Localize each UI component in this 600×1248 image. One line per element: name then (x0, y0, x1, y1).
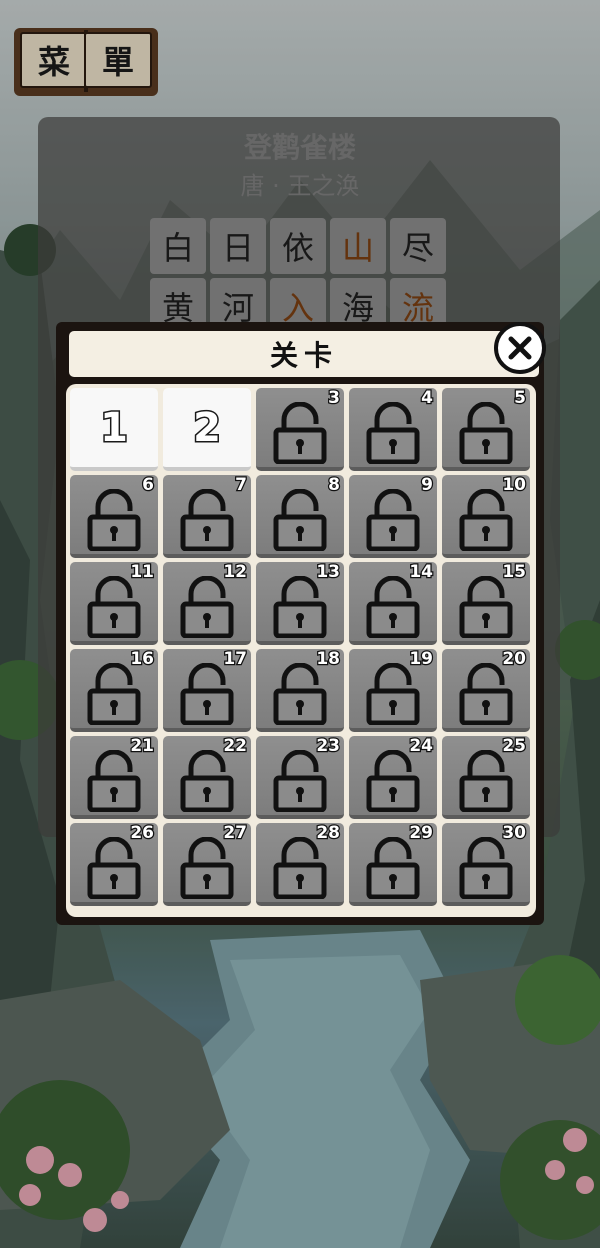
lock-icon (180, 489, 234, 551)
level-number: 27 (222, 822, 248, 845)
level-number: 22 (222, 735, 248, 758)
level-number: 26 (129, 822, 155, 845)
level-tile-20[interactable]: 20 (442, 648, 530, 732)
level-tile-8[interactable]: 8 (256, 474, 344, 558)
lock-icon (273, 489, 327, 551)
lock-icon (366, 837, 420, 899)
lock-icon (180, 663, 234, 725)
level-number: 12 (222, 561, 248, 584)
close-x-icon (508, 336, 532, 360)
level-tile-12[interactable]: 12 (163, 561, 251, 645)
level-tile-3[interactable]: 3 (256, 387, 344, 471)
level-number: 11 (129, 561, 155, 584)
level-number: 21 (129, 735, 155, 758)
lock-icon (87, 489, 141, 551)
level-board: 1 2 3 4 5 6 7 8 9 10 11 12 13 14 15 16 17 18 19 20 21 22 23 24 2… (66, 384, 536, 917)
lock-icon (180, 750, 234, 812)
level-number: 17 (222, 648, 248, 671)
level-tile-1[interactable]: 1 (70, 388, 158, 471)
level-tile-14[interactable]: 14 (349, 561, 437, 645)
level-number: 1 (99, 403, 130, 452)
lock-icon (459, 750, 513, 812)
level-number: 29 (408, 822, 434, 845)
level-number: 25 (501, 735, 527, 758)
level-number: 4 (420, 387, 434, 410)
level-tile-9[interactable]: 9 (349, 474, 437, 558)
level-tile-17[interactable]: 17 (163, 648, 251, 732)
level-tile-19[interactable]: 19 (349, 648, 437, 732)
close-button[interactable] (494, 322, 546, 374)
level-number: 10 (501, 474, 527, 497)
level-tile-4[interactable]: 4 (349, 387, 437, 471)
level-number: 7 (234, 474, 248, 497)
level-number: 3 (327, 387, 341, 410)
level-tile-30[interactable]: 30 (442, 822, 530, 906)
level-tile-6[interactable]: 6 (70, 474, 158, 558)
level-tile-10[interactable]: 10 (442, 474, 530, 558)
lock-icon (87, 576, 141, 638)
modal-header: 关卡 (66, 328, 542, 380)
level-number: 5 (513, 387, 527, 410)
level-tile-15[interactable]: 15 (442, 561, 530, 645)
lock-icon (273, 663, 327, 725)
level-tile-23[interactable]: 23 (256, 735, 344, 819)
level-number: 24 (408, 735, 434, 758)
level-tile-18[interactable]: 18 (256, 648, 344, 732)
level-number: 30 (501, 822, 527, 845)
lock-icon (180, 837, 234, 899)
level-number: 28 (315, 822, 341, 845)
level-tile-16[interactable]: 16 (70, 648, 158, 732)
level-grid: 1 2 3 4 5 6 7 8 9 10 11 12 13 14 15 16 17 18 19 20 21 22 23 24 2… (70, 387, 530, 906)
modal-title: 关卡 (269, 339, 338, 372)
level-tile-24[interactable]: 24 (349, 735, 437, 819)
level-tile-11[interactable]: 11 (70, 561, 158, 645)
lock-icon (366, 489, 420, 551)
level-number: 23 (315, 735, 341, 758)
game-screen: 菜 單 登鹳雀楼 唐 · 王之涣 白 日 依 山 尽 黄 河 入 海 流 关卡 … (0, 0, 600, 1248)
level-number: 19 (408, 648, 434, 671)
level-tile-22[interactable]: 22 (163, 735, 251, 819)
level-tile-27[interactable]: 27 (163, 822, 251, 906)
level-number: 2 (192, 403, 223, 452)
level-tile-28[interactable]: 28 (256, 822, 344, 906)
level-tile-29[interactable]: 29 (349, 822, 437, 906)
level-tile-2[interactable]: 2 (163, 388, 251, 471)
lock-icon (273, 576, 327, 638)
level-number: 14 (408, 561, 434, 584)
lock-icon (366, 663, 420, 725)
lock-icon (366, 750, 420, 812)
level-number: 8 (327, 474, 341, 497)
level-number: 6 (141, 474, 155, 497)
lock-icon (459, 576, 513, 638)
level-number: 15 (501, 561, 527, 584)
level-tile-26[interactable]: 26 (70, 822, 158, 906)
level-tile-13[interactable]: 13 (256, 561, 344, 645)
lock-icon (87, 837, 141, 899)
lock-icon (459, 402, 513, 464)
level-number: 16 (129, 648, 155, 671)
level-number: 13 (315, 561, 341, 584)
level-number: 18 (315, 648, 341, 671)
lock-icon (459, 663, 513, 725)
lock-icon (366, 576, 420, 638)
level-tile-7[interactable]: 7 (163, 474, 251, 558)
lock-icon (273, 837, 327, 899)
lock-icon (459, 837, 513, 899)
lock-icon (273, 750, 327, 812)
level-select-modal: 关卡 1 2 3 4 5 6 7 8 9 10 11 12 13 14 15 16 17 18 19 20 21 22 23… (56, 322, 546, 925)
level-number: 9 (420, 474, 434, 497)
level-tile-25[interactable]: 25 (442, 735, 530, 819)
lock-icon (459, 489, 513, 551)
lock-icon (180, 576, 234, 638)
lock-icon (87, 750, 141, 812)
lock-icon (273, 402, 327, 464)
level-number: 20 (501, 648, 527, 671)
lock-icon (87, 663, 141, 725)
level-tile-21[interactable]: 21 (70, 735, 158, 819)
lock-icon (366, 402, 420, 464)
level-tile-5[interactable]: 5 (442, 387, 530, 471)
